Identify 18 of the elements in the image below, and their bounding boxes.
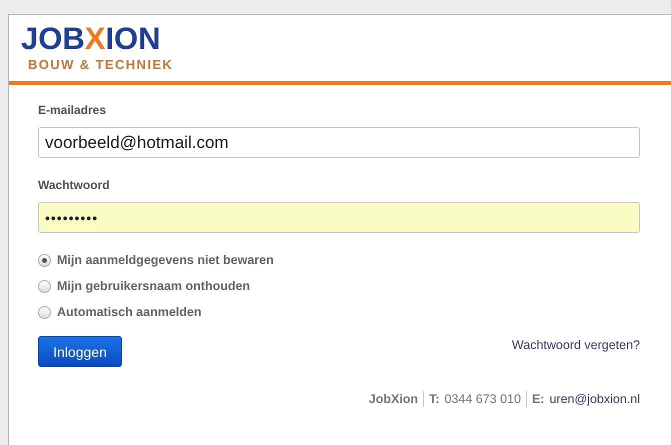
forgot-password-link[interactable]: Wachtwoord vergeten? <box>512 338 640 352</box>
phone-label: T: <box>429 392 440 406</box>
company-name: JobXion <box>368 392 418 406</box>
email-label: E: <box>532 392 544 406</box>
email-link[interactable]: uren@jobxion.nl <box>549 392 640 406</box>
email-field[interactable]: voorbeeld@hotmail.com <box>38 127 640 158</box>
radio-button[interactable] <box>38 280 51 292</box>
option-label[interactable]: Mijn gebruikersnaam onthouden <box>57 279 250 293</box>
login-button[interactable]: Inloggen <box>38 336 122 367</box>
password-label: Wachtwoord <box>38 178 110 192</box>
radio-button[interactable] <box>38 306 51 318</box>
password-field[interactable]: ••••••••• <box>38 202 640 233</box>
option-label[interactable]: Automatisch aanmelden <box>57 305 202 319</box>
radio-button[interactable] <box>38 254 51 266</box>
logo: JOBXION BOUW & TECHNIEK <box>21 23 174 72</box>
email-label: E-mailadres <box>38 103 106 117</box>
option-label[interactable]: Mijn aanmeldgegevens niet bewaren <box>57 253 274 267</box>
phone-number: 0344 673 010 <box>444 392 521 406</box>
